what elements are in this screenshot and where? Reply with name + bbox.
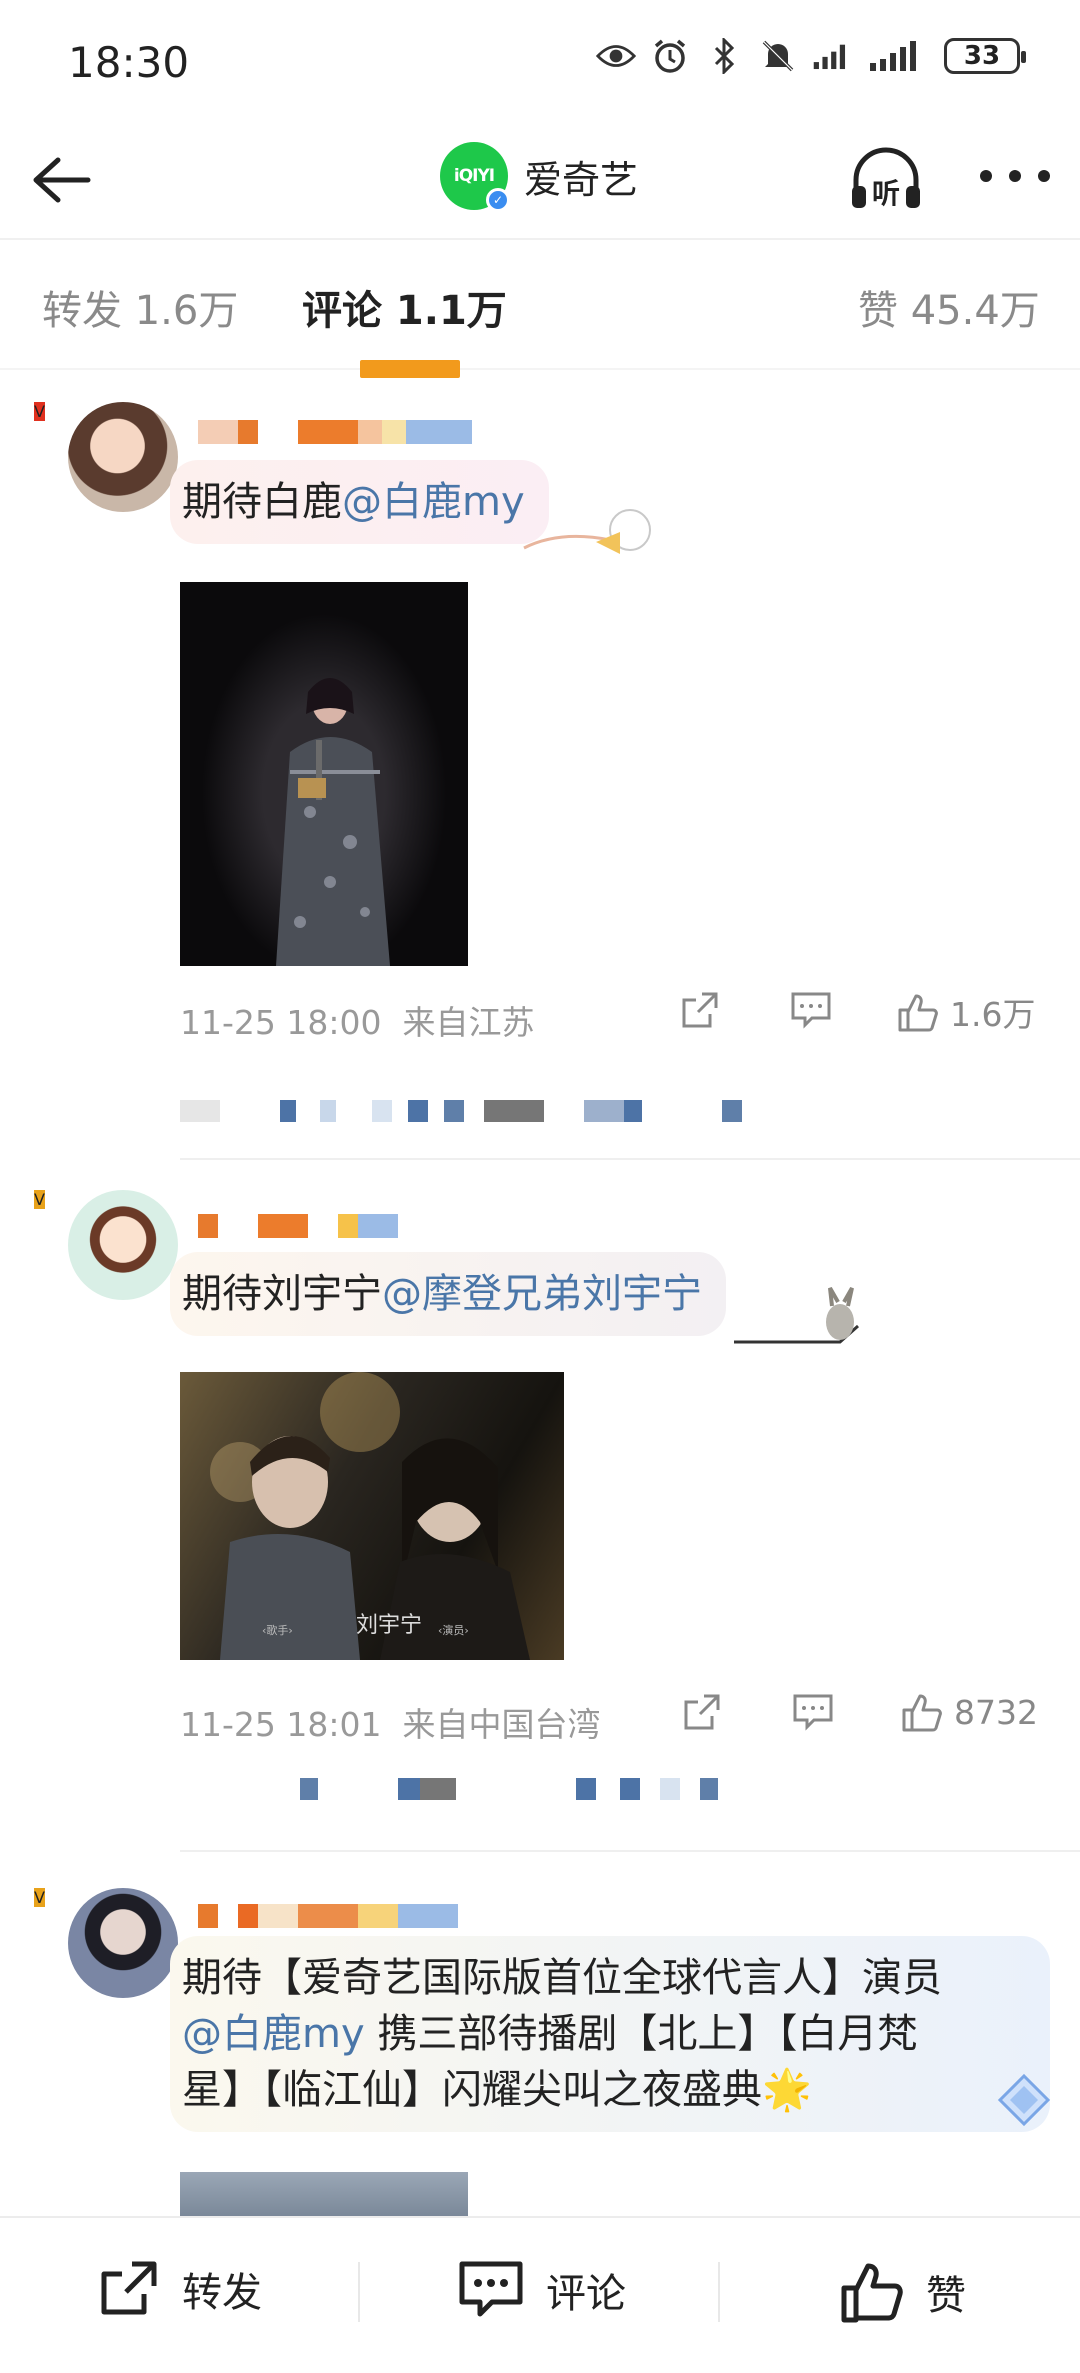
bottom-separator	[718, 2262, 720, 2322]
bubble-decoration	[520, 500, 660, 560]
mention-link[interactable]: @白鹿my	[342, 479, 525, 525]
tab-comment[interactable]: 评论 1.1万	[302, 278, 507, 336]
page-title: 爱奇艺	[524, 157, 639, 202]
mute-icon	[758, 36, 798, 76]
verified-icon: V	[34, 1888, 45, 1907]
comment-icon	[791, 992, 831, 1029]
comment-label: 评论	[546, 2271, 626, 2317]
comment-item: V 期待刘宇宁@摩登兄弟刘宇宁 刘宇宁 ‹歌手› ‹演员› 11-25 18:0…	[0, 1160, 1080, 1852]
comment-text-line: 星】【临江仙】闪耀尖叫之夜盛典	[182, 2067, 762, 2113]
comment-item: V 期待【爱奇艺国际版首位全球代言人】演员 @白鹿my 携三部待播剧【北上】【白…	[0, 1852, 1080, 2216]
more-dot-icon	[980, 170, 992, 182]
comment-icon	[459, 2261, 523, 2317]
comment-location: 来自中国台湾	[402, 1705, 601, 1744]
comment-location: 来自江苏	[402, 1003, 535, 1042]
image-caption-right: ‹演员›	[438, 1623, 469, 1637]
bottom-action-bar: 转发 评论 赞	[0, 2216, 1080, 2373]
bubble-decoration	[730, 1286, 870, 1352]
comment-meta: 11-25 18:00 来自江苏	[180, 996, 534, 1044]
arrow-left-icon	[33, 157, 91, 203]
alarm-icon	[650, 36, 690, 76]
comment-icon	[793, 1694, 833, 1731]
status-bar: 18:30 33	[0, 0, 1080, 120]
comment-text: 期待刘宇宁@摩登兄弟刘宇宁	[170, 1252, 726, 1336]
top-nav-bar: iQIYI ✓ 爱奇艺 听	[0, 120, 1080, 240]
star-emoji-icon: 🌟	[762, 2067, 812, 2113]
comment-text-body: 期待刘宇宁	[182, 1271, 382, 1317]
listen-label: 听	[872, 177, 901, 210]
like-button[interactable]: 1.6万	[896, 988, 1035, 1036]
comment-item: V 期待白鹿@白鹿my 11-25 18:00 来自江苏 1.6万	[0, 370, 1080, 1160]
username-redacted	[198, 1214, 398, 1238]
comment-button[interactable]: 评论	[458, 2260, 626, 2320]
verified-icon: V	[34, 1190, 45, 1209]
more-dot-icon	[1009, 170, 1021, 182]
like-count: 1.6万	[950, 995, 1036, 1034]
more-dot-icon	[1038, 170, 1050, 182]
like-button[interactable]: 8732	[900, 1690, 1038, 1734]
iqiyi-logo: iQIYI ✓	[440, 142, 510, 212]
listen-button[interactable]: 听	[848, 146, 924, 214]
tab-bar: 转发 1.6万 评论 1.1万 赞 45.4万	[0, 242, 1080, 378]
account-header[interactable]: iQIYI ✓ 爱奇艺	[440, 142, 639, 212]
mention-link[interactable]: @白鹿my	[182, 2011, 365, 2057]
comment-text-line: 期待【爱奇艺国际版首位全球代言人】演员	[182, 1955, 942, 2001]
mention-link[interactable]: @摩登兄弟刘宇宁	[382, 1271, 702, 1317]
username-redacted	[198, 1904, 458, 1928]
username-redacted	[198, 420, 472, 444]
thumbs-up-icon	[902, 1694, 942, 1732]
reply-button[interactable]	[790, 990, 832, 1030]
avatar[interactable]: V	[34, 1888, 178, 2004]
reply-button[interactable]	[792, 1692, 834, 1732]
share-button[interactable]	[680, 990, 720, 1030]
bluetooth-icon	[704, 36, 744, 76]
eye-icon	[596, 36, 636, 76]
avatar[interactable]: V	[34, 1190, 178, 1306]
avatar-image	[68, 1190, 178, 1300]
image-caption-name: 刘宇宁	[356, 1613, 422, 1638]
bubble-decoration	[990, 2070, 1060, 2130]
bottom-separator	[358, 2262, 360, 2322]
share-icon	[682, 992, 718, 1028]
verified-icon: V	[34, 402, 45, 421]
repost-label: 转发	[182, 2270, 262, 2316]
avatar-image	[68, 402, 178, 512]
more-button[interactable]	[980, 170, 1050, 190]
share-icon	[684, 1694, 720, 1730]
avatar[interactable]: V	[34, 402, 178, 518]
comment-text-body: 期待白鹿	[182, 479, 342, 525]
signal-icon-2	[866, 36, 930, 76]
comment-time: 11-25 18:01	[180, 1705, 382, 1744]
comment-image[interactable]	[180, 582, 468, 966]
status-time: 18:30	[68, 38, 190, 87]
comment-text: 期待【爱奇艺国际版首位全球代言人】演员 @白鹿my 携三部待播剧【北上】【白月梵…	[170, 1936, 1050, 2132]
comment-text-line: 携三部待播剧【北上】【白月梵	[364, 2011, 918, 2057]
thumbs-up-icon	[898, 994, 938, 1032]
thumbs-up-icon	[841, 2263, 903, 2323]
like-button[interactable]: 赞	[840, 2260, 966, 2324]
avatar-image	[68, 1888, 178, 1998]
tab-like[interactable]: 赞 45.4万	[858, 278, 1040, 336]
repost-button[interactable]: 转发	[98, 2260, 262, 2318]
replies-preview-redacted[interactable]	[180, 1778, 718, 1818]
share-icon	[101, 2261, 157, 2315]
battery-indicator: 33	[944, 38, 1026, 74]
like-count: 8732	[954, 1692, 1038, 1732]
status-icons: 33	[596, 36, 1026, 76]
share-button[interactable]	[682, 1692, 722, 1732]
signal-icon	[812, 36, 852, 76]
comment-image[interactable]	[180, 2172, 468, 2216]
comment-meta: 11-25 18:01 来自中国台湾	[180, 1698, 600, 1746]
replies-preview-redacted[interactable]	[180, 1100, 742, 1122]
comment-time: 11-25 18:00	[180, 1003, 382, 1042]
comment-text: 期待白鹿@白鹿my	[170, 460, 549, 544]
tab-repost[interactable]: 转发 1.6万	[42, 278, 238, 336]
back-button[interactable]	[28, 148, 92, 212]
like-label: 赞	[926, 2273, 966, 2319]
image-caption-left: ‹歌手›	[262, 1623, 293, 1637]
verified-icon: ✓	[486, 188, 510, 212]
logo-text: iQIYI	[453, 166, 495, 186]
comment-image[interactable]: 刘宇宁 ‹歌手› ‹演员›	[180, 1372, 564, 1660]
